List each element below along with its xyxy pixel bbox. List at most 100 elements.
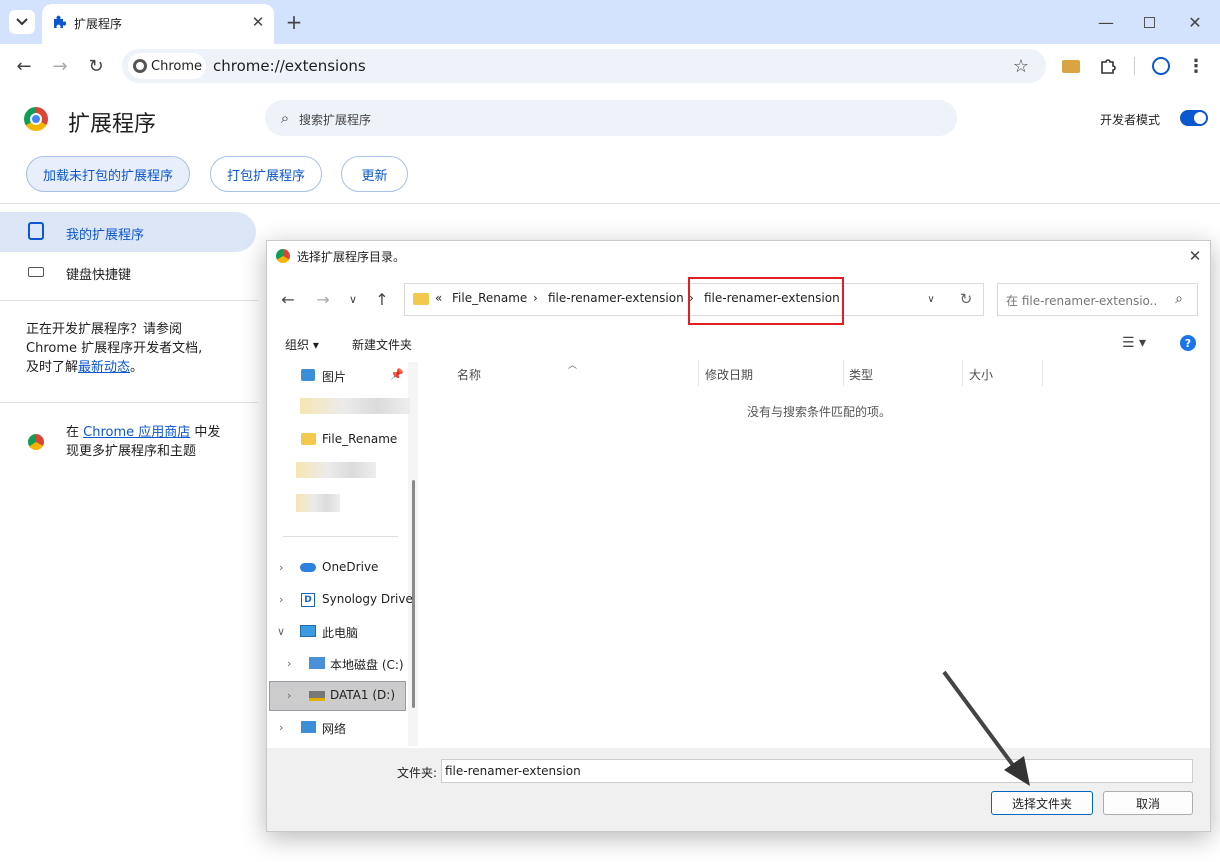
extension-nav-icon xyxy=(28,222,44,240)
tab-search-button[interactable] xyxy=(9,10,35,34)
header-divider xyxy=(0,203,1220,204)
tree-item-data1[interactable]: DATA1 (D:) xyxy=(330,688,395,702)
back-icon[interactable]: ← xyxy=(14,56,34,77)
webstore-icon xyxy=(28,434,44,450)
dev-docs-note: 正在开发扩展程序？请参阅 Chrome 扩展程序开发者文档, 及时了解最新动态。 xyxy=(26,322,203,375)
dialog-back-icon[interactable]: ← xyxy=(279,289,297,309)
drive-d-icon xyxy=(309,691,325,701)
page-title: 扩展程序 xyxy=(68,112,157,137)
nav-my-extensions-label: 我的扩展程序 xyxy=(66,228,145,243)
expand-chevron-icon[interactable]: › xyxy=(287,689,291,702)
view-options-icon[interactable]: ☰ ▾ xyxy=(1116,334,1152,352)
chrome-icon xyxy=(133,59,147,73)
expand-chevron-icon[interactable]: › xyxy=(279,561,283,574)
blurred-item[interactable] xyxy=(300,398,410,414)
close-window-icon[interactable]: ✕ xyxy=(1187,12,1203,32)
recent-locations-icon[interactable]: ∨ xyxy=(345,289,361,309)
profile-icon[interactable] xyxy=(1152,57,1170,75)
column-type[interactable]: 类型 xyxy=(849,366,873,383)
webstore-link[interactable]: Chrome 应用商店 xyxy=(83,425,190,440)
onedrive-icon xyxy=(300,563,316,572)
help-icon[interactable]: ? xyxy=(1180,335,1196,351)
expand-chevron-icon[interactable]: › xyxy=(287,657,291,670)
dialog-title: 选择扩展程序目录。 xyxy=(297,250,406,264)
annotation-arrow xyxy=(942,670,1030,786)
url-text[interactable]: chrome://extensions xyxy=(213,57,366,75)
dev-mode-toggle[interactable] xyxy=(1180,110,1208,126)
column-size[interactable]: 大小 xyxy=(969,366,993,383)
dialog-forward-icon[interactable]: → xyxy=(314,289,332,309)
computer-icon xyxy=(300,625,316,637)
synology-icon: D xyxy=(301,593,315,607)
tree-item-pictures[interactable]: 图片 xyxy=(322,368,346,385)
network-icon xyxy=(301,721,316,733)
tree-divider xyxy=(283,536,398,537)
nav-divider xyxy=(0,300,258,301)
latest-news-link[interactable]: 最新动态 xyxy=(78,360,130,375)
breadcrumb-overflow[interactable]: « xyxy=(435,291,442,305)
forward-icon[interactable]: → xyxy=(50,56,70,77)
breadcrumb-item-3[interactable]: file-renamer-extension xyxy=(704,291,840,305)
column-name[interactable]: 名称 xyxy=(457,366,481,383)
star-icon[interactable]: ☆ xyxy=(1010,55,1032,77)
dialog-search-placeholder: 在 file-renamer-extensio... xyxy=(1006,294,1158,308)
nav-shortcuts[interactable]: 键盘快捷键 xyxy=(66,264,131,283)
webstore-note: 在 Chrome 应用商店 中发 现更多扩展程序和主题 xyxy=(66,425,221,459)
tree-item-network[interactable]: 网络 xyxy=(322,720,346,737)
reload-icon[interactable]: ↻ xyxy=(86,56,106,77)
chrome-logo-icon xyxy=(24,107,48,131)
column-divider[interactable] xyxy=(698,360,699,386)
folder-extension-icon[interactable] xyxy=(1062,60,1080,73)
search-icon: ⌕ xyxy=(280,109,290,127)
nav-divider-2 xyxy=(0,402,258,403)
empty-message: 没有与搜索条件匹配的项。 xyxy=(747,405,892,419)
new-tab-button[interactable]: + xyxy=(284,10,304,34)
breadcrumb-separator-icon: › xyxy=(533,291,538,305)
dialog-search-icon: ⌕ xyxy=(1175,291,1183,307)
column-divider[interactable] xyxy=(843,360,844,386)
extensions-puzzle-icon[interactable] xyxy=(1097,55,1119,77)
select-folder-button[interactable]: 选择文件夹 xyxy=(991,791,1093,815)
close-tab-icon[interactable]: ✕ xyxy=(250,13,266,31)
dev-mode-label: 开发者模式 xyxy=(1100,113,1161,127)
menu-icon[interactable]: ⋮ xyxy=(1187,55,1205,77)
dialog-close-icon[interactable]: ✕ xyxy=(1187,247,1203,265)
collapse-chevron-icon[interactable]: ∨ xyxy=(277,625,285,638)
drive-c-icon xyxy=(309,657,325,669)
cancel-button[interactable]: 取消 xyxy=(1103,791,1193,815)
folder-label: 文件夹: xyxy=(397,766,438,780)
tree-item-synology[interactable]: Synology Drive xyxy=(322,592,413,606)
site-chip-label: Chrome xyxy=(151,59,202,74)
load-unpacked-button[interactable]: 加载未打包的扩展程序 xyxy=(26,156,190,192)
column-date[interactable]: 修改日期 xyxy=(705,366,753,383)
breadcrumb-item-1[interactable]: File_Rename xyxy=(452,291,527,305)
expand-chevron-icon[interactable]: › xyxy=(279,593,283,606)
new-folder-button[interactable]: 新建文件夹 xyxy=(352,336,412,353)
breadcrumb-item-2[interactable]: file-renamer-extension xyxy=(548,291,684,305)
blurred-item[interactable] xyxy=(296,462,376,478)
pack-extension-button[interactable]: 打包扩展程序 xyxy=(210,156,322,192)
folder-icon xyxy=(413,293,429,305)
tree-item-file-rename[interactable]: File_Rename xyxy=(322,432,397,446)
up-folder-icon[interactable]: ↑ xyxy=(373,289,391,309)
tree-item-local-c[interactable]: 本地磁盘 (C:) xyxy=(330,656,404,673)
column-divider[interactable] xyxy=(962,360,963,386)
tree-item-onedrive[interactable]: OneDrive xyxy=(322,560,378,574)
tree-item-this-pc[interactable]: 此电脑 xyxy=(322,624,358,641)
search-placeholder: 搜索扩展程序 xyxy=(299,113,372,127)
tab-title: 扩展程序 xyxy=(74,17,123,31)
puzzle-icon xyxy=(50,14,66,30)
address-dropdown-icon[interactable]: ∨ xyxy=(924,290,938,308)
blurred-item[interactable] xyxy=(296,494,340,512)
refresh-icon[interactable]: ↻ xyxy=(957,289,975,309)
keyboard-icon xyxy=(28,267,44,277)
pictures-icon xyxy=(301,369,315,381)
organize-menu[interactable]: 组织 ▾ xyxy=(285,336,319,353)
update-button[interactable]: 更新 xyxy=(341,156,408,192)
maximize-icon[interactable] xyxy=(1144,17,1155,28)
folder-input-value: file-renamer-extension xyxy=(445,764,581,778)
minimize-icon[interactable]: — xyxy=(1098,12,1114,32)
folder-icon xyxy=(301,433,316,445)
column-divider[interactable] xyxy=(1042,360,1043,386)
expand-chevron-icon[interactable]: › xyxy=(279,721,283,734)
